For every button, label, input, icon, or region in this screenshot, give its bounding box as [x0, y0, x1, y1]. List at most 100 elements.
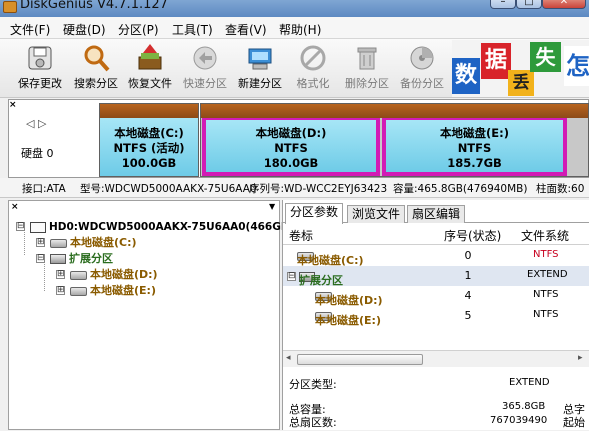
partition-properties: 分区类型: EXTEND 总容量: 365.8GB 总字 总扇区数: 76703… [283, 370, 589, 430]
serial-info: 序列号:WD-WCC2EYJ63423 [249, 183, 388, 195]
detail-tabs: 分区参数 浏览文件 扇区编辑 [283, 203, 589, 224]
partition-size: 100.0GB [121, 156, 177, 170]
row-fs: NTFS [533, 309, 559, 320]
tab-browse-files[interactable]: 浏览文件 [347, 205, 406, 223]
backup-partition-button[interactable]: 备份分区 [396, 43, 448, 95]
tree-node-label: 扩展分区 [69, 252, 113, 265]
horizontal-scrollbar[interactable]: ◂ ▸ [283, 350, 589, 367]
column-header-fs[interactable]: 文件系统 [521, 227, 569, 244]
partition-fs: NTFS (活动) [113, 141, 185, 155]
delete-partition-icon [357, 47, 377, 70]
banner-char-4: 失 [530, 42, 561, 72]
backup-partition-icon [410, 46, 434, 70]
search-partition-button[interactable]: 搜索分区 [70, 43, 122, 95]
row-index: 1 [464, 269, 472, 282]
partition-block-c[interactable]: 本地磁盘(C:) NTFS (活动) 100.0GB [99, 103, 199, 177]
table-row[interactable]: 本地磁盘(E:) 5 NTFS [283, 306, 589, 327]
partition-fs: NTFS [457, 141, 492, 155]
save-changes-button[interactable]: 保存更改 [14, 43, 66, 95]
collapse-icon[interactable]: ⊟ [36, 254, 45, 263]
table-row[interactable]: 本地磁盘(D:) 4 NTFS [283, 286, 589, 307]
partition-icon [50, 238, 67, 248]
maximize-button[interactable]: □ [516, 0, 542, 9]
partition-icon [70, 270, 87, 280]
new-partition-button[interactable]: 新建分区 [234, 43, 286, 95]
prop-type-label: 分区类型: [289, 378, 337, 391]
menu-tools[interactable]: 工具(T) [172, 21, 213, 38]
minimize-button[interactable]: – [490, 0, 516, 9]
save-icon [28, 46, 52, 70]
collapse-icon[interactable]: ⊟ [287, 272, 296, 281]
table-row-selected[interactable]: ⊟ 扩展分区 1 EXTEND [283, 266, 589, 287]
tree-node-label: 本地磁盘(D:) [90, 268, 158, 281]
expand-icon[interactable]: ⊞ [36, 238, 45, 247]
table-row[interactable]: 本地磁盘(C:) 0 NTFS [283, 246, 589, 267]
banner-char-3: 丢 [508, 70, 534, 96]
ad-banner[interactable]: 数 据 丢 失 怎 [452, 40, 589, 97]
recover-files-icon [138, 44, 162, 70]
banner-char-2: 据 [481, 43, 511, 79]
quick-partition-button[interactable]: 快速分区 [179, 43, 231, 95]
extended-partition-block[interactable]: 本地磁盘(D:) NTFS 180.0GB 本地磁盘(E:) NTFS 185.… [200, 103, 589, 177]
menu-help[interactable]: 帮助(H) [279, 21, 321, 38]
prop-total-sectors-value: 767039490 [490, 415, 548, 426]
tree-pin-icon[interactable]: ▼ [269, 202, 275, 211]
partition-icon [70, 286, 87, 296]
partition-body: 本地磁盘(E:) NTFS 185.7GB [384, 120, 565, 174]
close-button[interactable]: ✕ [542, 0, 586, 9]
new-partition-icon [248, 48, 272, 70]
tree-close-icon[interactable]: × [11, 202, 19, 212]
scroll-right-arrow-icon[interactable]: ▸ [578, 353, 583, 363]
scroll-left-arrow-icon[interactable]: ◂ [286, 353, 291, 363]
partition-size: 180.0GB [263, 156, 319, 170]
partition-block-d[interactable]: 本地磁盘(D:) NTFS 180.0GB [202, 118, 380, 176]
interface-info: 接口:ATA [22, 183, 66, 195]
prop-right-col-2: 起始 [563, 416, 585, 429]
window-title: DiskGenius V4.7.1.127 [20, 0, 168, 12]
row-fs: NTFS [533, 249, 559, 260]
disk-label: 硬盘 0 [21, 147, 54, 160]
model-info: 型号:WDCWD5000AAKX-75U6AA0 [80, 183, 257, 195]
tab-partition-params[interactable]: 分区参数 [285, 203, 344, 224]
table-header: 卷标 序号(状态) 文件系统 [283, 224, 589, 245]
menu-partition[interactable]: 分区(P) [118, 21, 159, 38]
partition-body: 本地磁盘(C:) NTFS (活动) 100.0GB [100, 118, 198, 176]
format-button[interactable]: 格式化 [290, 43, 336, 95]
partition-name: 本地磁盘(D:) [255, 126, 327, 140]
tab-sector-edit[interactable]: 扇区编辑 [407, 205, 466, 223]
disk-nav-arrows[interactable]: ◁ ▷ [26, 117, 46, 130]
scrollbar-thumb[interactable] [297, 354, 423, 365]
collapse-icon[interactable]: ⊟ [16, 222, 25, 231]
banner-char-5: 怎 [564, 46, 589, 86]
row-index: 4 [464, 289, 472, 302]
tree-node-label: 本地磁盘(E:) [90, 284, 156, 297]
row-index: 0 [464, 249, 472, 262]
expand-icon[interactable]: ⊞ [56, 286, 65, 295]
recover-files-button[interactable]: 恢复文件 [124, 43, 176, 95]
menu-disk[interactable]: 硬盘(D) [63, 21, 106, 38]
extended-partition-icon [50, 254, 66, 264]
extended-header-bar [201, 104, 588, 118]
partition-size: 185.7GB [447, 156, 502, 170]
disk-info-bar: 接口:ATA 型号:WDCWD5000AAKX-75U6AA0 序列号:WD-W… [0, 178, 589, 198]
column-header-index[interactable]: 序号(状态) [444, 227, 501, 244]
partition-fs: NTFS [274, 141, 308, 155]
row-fs: EXTEND [527, 269, 568, 280]
format-icon [300, 45, 326, 71]
menu-bar: 文件(F) 硬盘(D) 分区(P) 工具(T) 查看(V) 帮助(H) [0, 17, 589, 39]
menu-file[interactable]: 文件(F) [10, 21, 50, 38]
expand-icon[interactable]: ⊞ [56, 270, 65, 279]
row-fs: NTFS [533, 289, 559, 300]
disk-tree-pane: × ▼ ⊟ HD0:WDCWD5000AAKX-75U6AA0(466GB) ⊞… [8, 200, 294, 431]
delete-partition-button[interactable]: 删除分区 [341, 43, 393, 95]
panel-close-icon[interactable]: × [9, 100, 17, 110]
partition-block-e[interactable]: 本地磁盘(E:) NTFS 185.7GB [382, 118, 567, 176]
disk-tree: ⊟ HD0:WDCWD5000AAKX-75U6AA0(466GB) ⊞ 本地磁… [9, 217, 294, 431]
banner-char-1: 数 [452, 58, 480, 94]
partition-header-bar [100, 104, 198, 118]
prop-total-sectors-label: 总扇区数: [289, 416, 337, 429]
prop-total-capacity-value: 365.8GB [502, 401, 546, 412]
menu-view[interactable]: 查看(V) [225, 21, 267, 38]
quick-partition-icon [193, 46, 217, 70]
column-header-label[interactable]: 卷标 [289, 227, 313, 244]
